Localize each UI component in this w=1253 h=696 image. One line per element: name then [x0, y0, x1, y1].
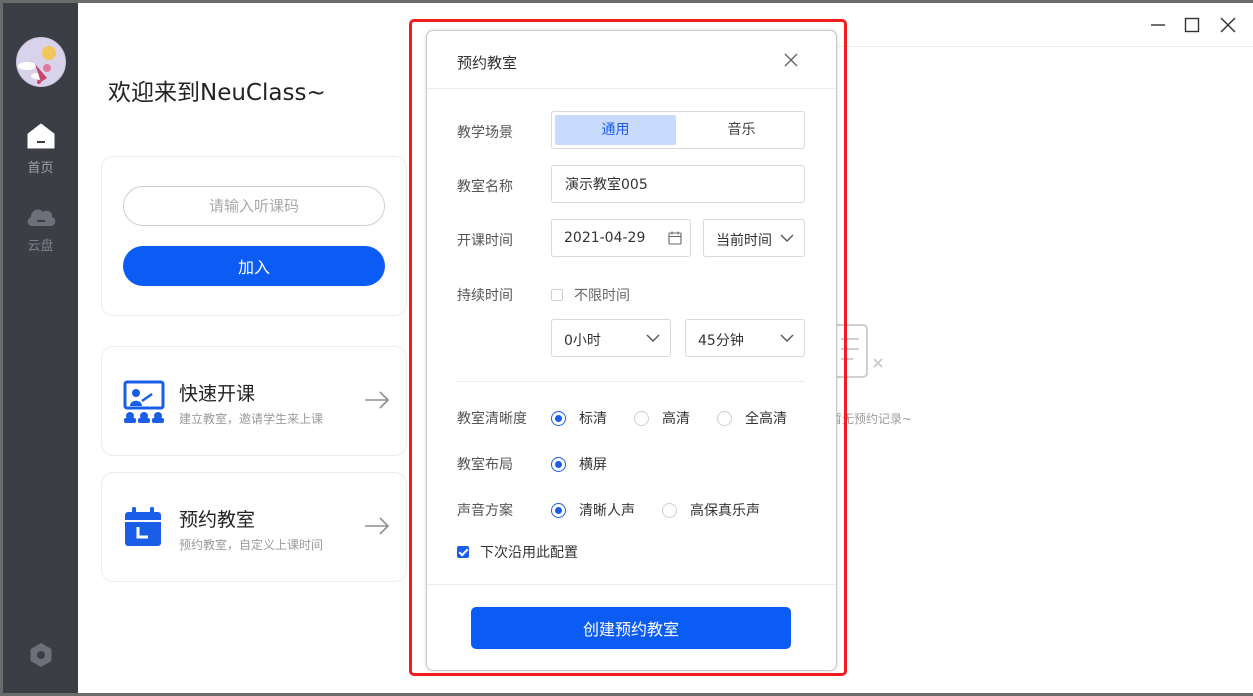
teacher-board-icon	[123, 380, 165, 423]
arrow-right-icon	[365, 517, 390, 535]
sidebar-item-home[interactable]: 首页	[3, 123, 78, 176]
home-panel: 欢迎来到NeuClass~ 加入 快速开课 建立教室，邀请学生来上课	[78, 3, 430, 693]
quick-class-card[interactable]: 快速开课 建立教室，邀请学生来上课	[101, 346, 407, 456]
join-button[interactable]: 加入	[123, 246, 385, 286]
quick-class-title: 快速开课	[179, 383, 256, 405]
class-code-input[interactable]	[123, 186, 385, 226]
book-class-card[interactable]: 预约教室 预约教室，自定义上课时间	[101, 472, 407, 582]
join-card: 加入	[101, 156, 407, 316]
sidebar-item-cloud[interactable]: 云盘	[3, 205, 78, 254]
book-class-subtitle: 预约教室，自定义上课时间	[179, 538, 324, 552]
avatar[interactable]	[16, 37, 66, 87]
close-icon[interactable]	[1218, 15, 1238, 35]
settings-icon	[30, 643, 52, 667]
cloud-icon	[27, 209, 55, 226]
arrow-right-icon	[365, 391, 390, 409]
sidebar-item-label: 云盘	[27, 239, 54, 254]
calendar-icon	[125, 507, 161, 546]
quick-class-subtitle: 建立教室，邀请学生来上课	[179, 412, 324, 426]
app-window: 首页 云盘 欢迎来到NeuClass~ 加入	[3, 3, 1253, 693]
maximize-icon[interactable]	[1182, 15, 1202, 35]
sidebar: 首页 云盘	[3, 3, 78, 693]
settings-button[interactable]	[27, 641, 55, 669]
book-class-title: 预约教室	[179, 509, 256, 531]
welcome-title: 欢迎来到NeuClass~	[108, 80, 326, 106]
highlight-box	[409, 19, 847, 676]
sidebar-item-label: 首页	[27, 161, 54, 176]
home-icon	[27, 123, 54, 149]
minimize-icon[interactable]	[1148, 15, 1168, 35]
